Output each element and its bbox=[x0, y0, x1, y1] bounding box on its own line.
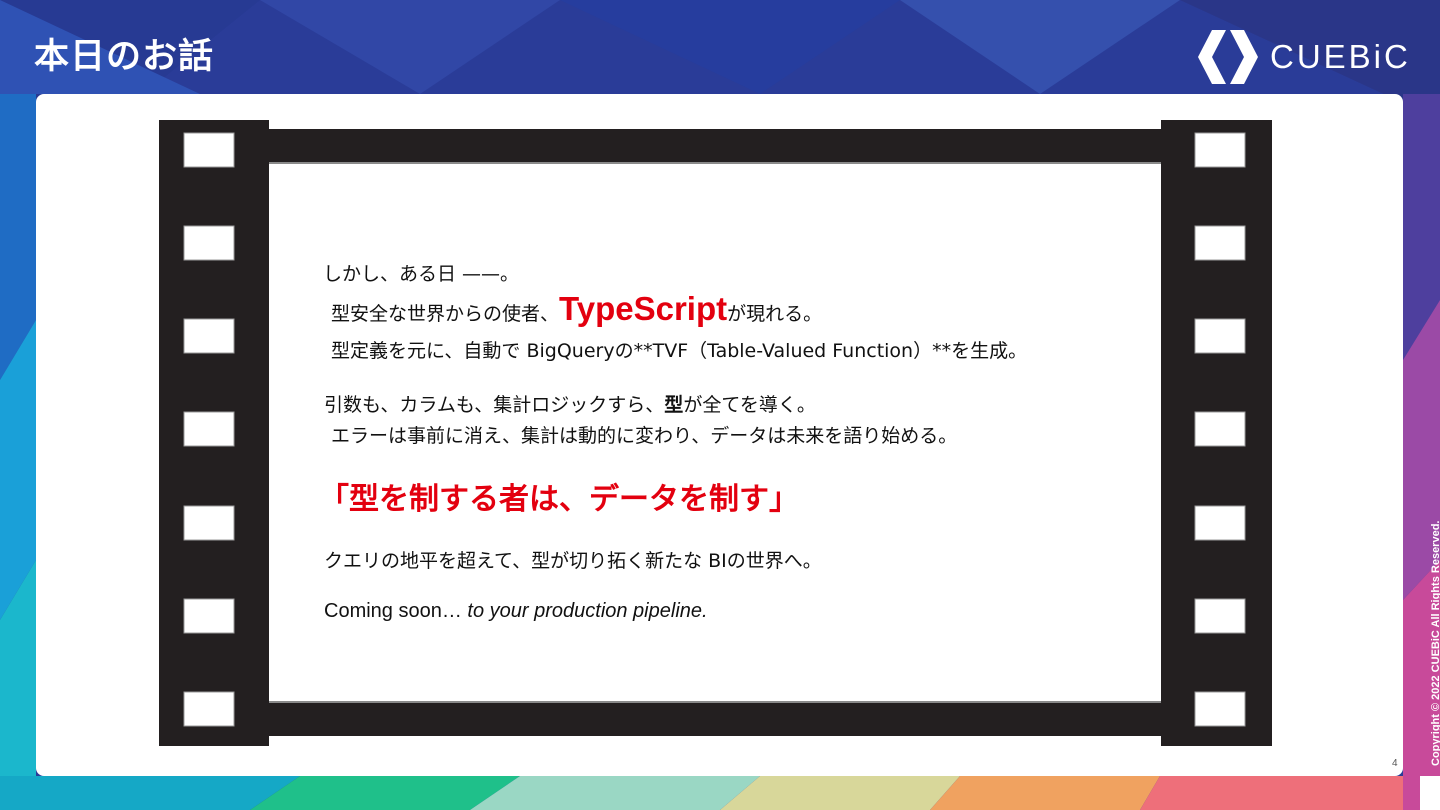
story-line-1: しかし、ある日 ——。 bbox=[323, 263, 520, 285]
copyright-notice: Copyright © 2022 CUEBiC All Rights Reser… bbox=[1430, 520, 1440, 766]
page-title: 本日のお話 bbox=[34, 37, 215, 77]
story-line-4: 引数も、カラムも、集計ロジックすら、型が全てを導く。 bbox=[324, 390, 816, 417]
coming-soon-text: Coming soon… bbox=[324, 600, 468, 622]
film-content: しかし、ある日 ——。 型安全な世界からの使者、TypeScriptが現れる。 … bbox=[159, 120, 1272, 746]
story-line-3: 型定義を元に、自動で BigQueryの**TVF（Table-Valued F… bbox=[331, 340, 1028, 362]
coming-soon-italic: to your production pipeline. bbox=[467, 600, 708, 622]
story-line-4-pre: 引数も、カラムも、集計ロジックすら、 bbox=[324, 394, 665, 416]
page-number: 4 bbox=[1392, 758, 1398, 769]
brand-name: CUEBiC bbox=[1270, 38, 1411, 75]
story-line-2-pre: 型安全な世界からの使者、 bbox=[331, 303, 560, 325]
type-keyword: 型 bbox=[664, 394, 684, 416]
coming-soon-line: Coming soon… to your production pipeline… bbox=[324, 600, 708, 623]
motto-heading: 「型を制する者は、データを制す」 bbox=[319, 482, 799, 517]
story-line-2-post: が現れる。 bbox=[727, 303, 823, 325]
story-line-2: 型安全な世界からの使者、TypeScriptが現れる。 bbox=[331, 290, 822, 328]
story-line-5: エラーは事前に消え、集計は動的に変わり、データは未来を語り始める。 bbox=[331, 425, 958, 447]
typescript-highlight: TypeScript bbox=[559, 290, 728, 327]
brand-logo: CUEBiC bbox=[1196, 28, 1411, 86]
story-line-6: クエリの地平を超えて、型が切り拓く新たな BIの世界へ。 bbox=[324, 550, 822, 572]
cuebic-logo-icon bbox=[1198, 30, 1258, 84]
story-line-4-post: が全てを導く。 bbox=[683, 394, 816, 416]
